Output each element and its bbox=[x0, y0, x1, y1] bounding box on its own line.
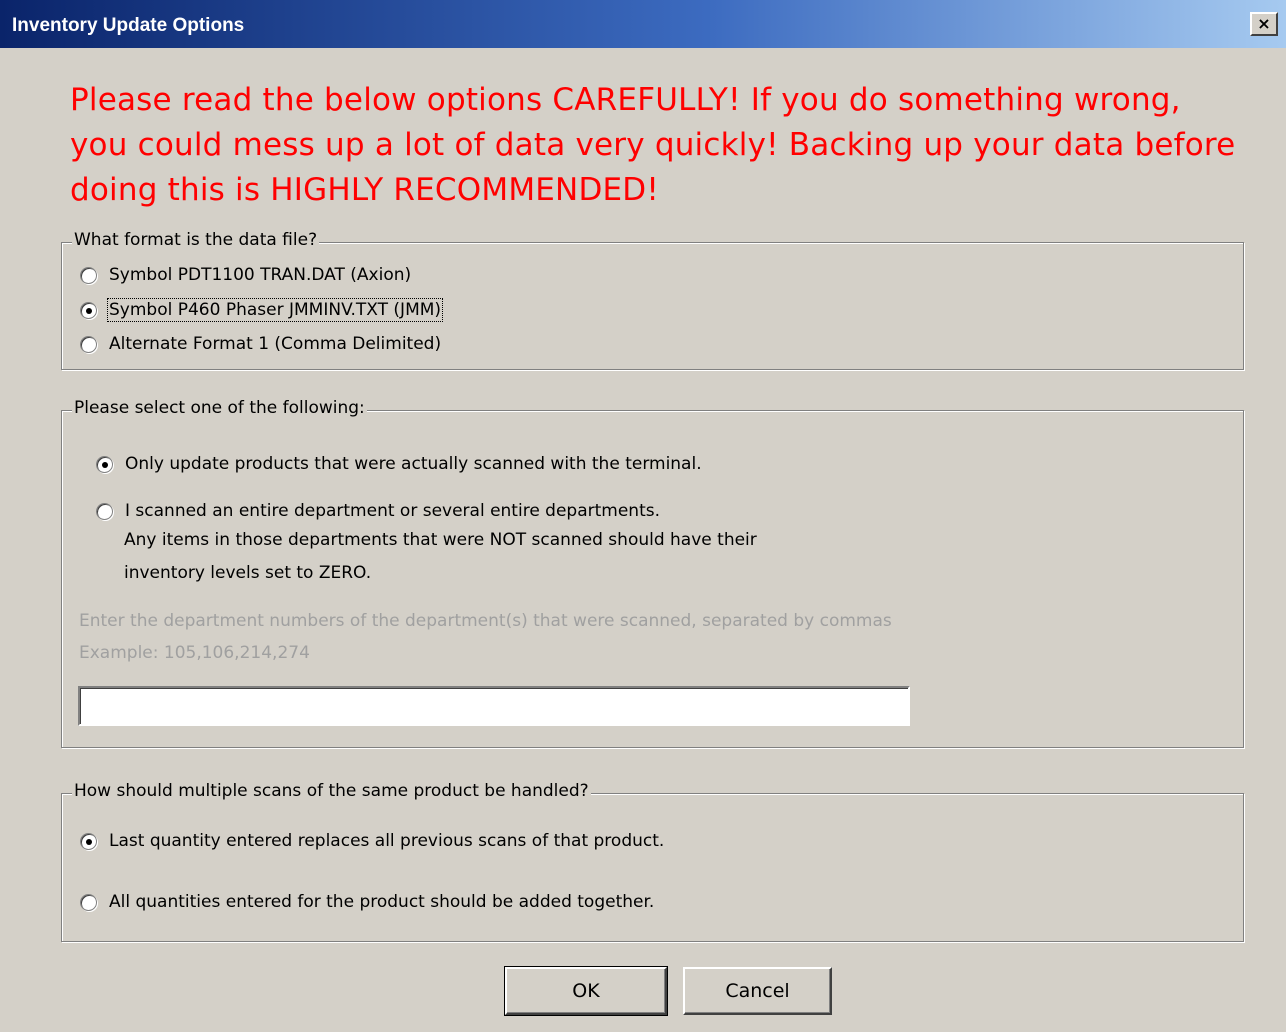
department-example: Example: 105,106,214,274 bbox=[79, 643, 310, 663]
warning-line-1: Please read the below options CAREFULLY!… bbox=[70, 82, 1181, 118]
update-scope-group: Please select one of the following: Only… bbox=[61, 398, 1244, 748]
update-scanned-only-radio[interactable]: Only update products that were actually … bbox=[96, 454, 702, 474]
window-title: Inventory Update Options bbox=[12, 15, 245, 36]
scans-replace-label: Last quantity entered replaces all previ… bbox=[109, 831, 665, 851]
warning-line-2: you could mess up a lot of data very qui… bbox=[70, 127, 1236, 163]
format-option-label: Symbol PDT1100 TRAN.DAT (Axion) bbox=[109, 265, 412, 285]
title-bar: Inventory Update Options × bbox=[0, 0, 1286, 48]
warning-message: Please read the below options CAREFULLY!… bbox=[70, 78, 1270, 213]
multiple-scans-legend: How should multiple scans of the same pr… bbox=[72, 781, 591, 801]
format-radio-alternate[interactable]: Alternate Format 1 (Comma Delimited) bbox=[80, 334, 441, 354]
format-radio-p460[interactable]: Symbol P460 Phaser JMMINV.TXT (JMM) bbox=[80, 298, 444, 322]
update-entire-department-detail-2: inventory levels set to ZERO. bbox=[124, 563, 372, 583]
scans-add-label: All quantities entered for the product s… bbox=[109, 892, 655, 912]
update-entire-department-radio[interactable]: I scanned an entire department or severa… bbox=[96, 501, 660, 521]
multiple-scans-group: How should multiple scans of the same pr… bbox=[61, 781, 1244, 942]
close-icon: × bbox=[1257, 14, 1271, 33]
format-group: What format is the data file? Symbol PDT… bbox=[61, 230, 1244, 370]
update-entire-department-label: I scanned an entire department or severa… bbox=[125, 501, 661, 521]
department-numbers-input[interactable] bbox=[78, 686, 910, 726]
radio-button-selected[interactable] bbox=[96, 455, 113, 473]
scans-add-radio[interactable]: All quantities entered for the product s… bbox=[80, 892, 654, 912]
radio-button[interactable] bbox=[96, 502, 113, 520]
radio-button[interactable] bbox=[80, 335, 97, 353]
scans-replace-radio[interactable]: Last quantity entered replaces all previ… bbox=[80, 831, 664, 851]
update-scanned-only-label: Only update products that were actually … bbox=[125, 454, 702, 474]
format-option-label: Alternate Format 1 (Comma Delimited) bbox=[109, 334, 442, 354]
radio-button-selected[interactable] bbox=[80, 832, 97, 850]
format-option-label: Symbol P460 Phaser JMMINV.TXT (JMM) bbox=[106, 298, 444, 322]
ok-button[interactable]: OK bbox=[504, 966, 668, 1016]
radio-button[interactable] bbox=[80, 266, 97, 284]
department-prompt: Enter the department numbers of the depa… bbox=[79, 611, 892, 631]
radio-button[interactable] bbox=[80, 893, 97, 911]
format-group-legend: What format is the data file? bbox=[72, 230, 320, 250]
radio-button-selected[interactable] bbox=[80, 301, 97, 319]
warning-line-3: doing this is HIGHLY RECOMMENDED! bbox=[70, 172, 660, 208]
format-radio-pdt1100[interactable]: Symbol PDT1100 TRAN.DAT (Axion) bbox=[80, 265, 411, 285]
close-button[interactable]: × bbox=[1250, 12, 1278, 36]
update-entire-department-detail-1: Any items in those departments that were… bbox=[124, 530, 757, 550]
update-scope-legend: Please select one of the following: bbox=[72, 398, 367, 418]
cancel-button[interactable]: Cancel bbox=[683, 967, 832, 1015]
